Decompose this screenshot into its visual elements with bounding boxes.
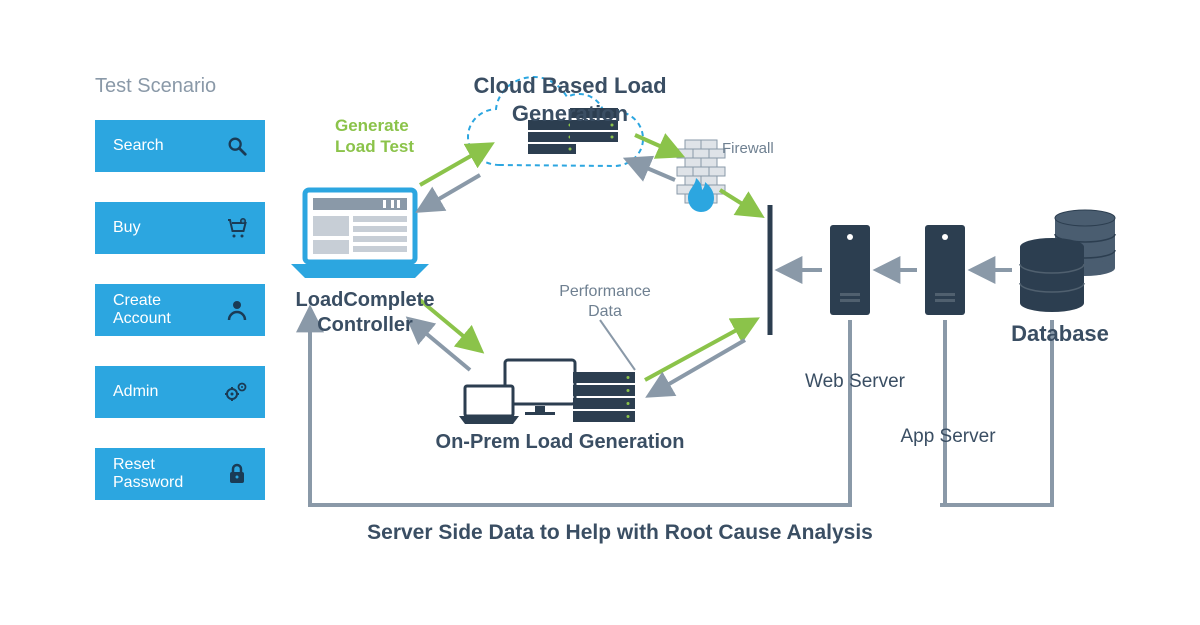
label-firewall: Firewall	[722, 140, 774, 159]
arrow-firewall-to-cloud	[628, 160, 675, 180]
web-server-icon	[830, 225, 870, 315]
label-controller: LoadCompleteController	[285, 288, 445, 338]
onprem-devices-icon	[459, 360, 635, 424]
app-server-icon	[925, 225, 965, 315]
label-app-server: App Server	[878, 425, 1018, 449]
perf-data-pointer	[600, 320, 635, 370]
database-icon	[1020, 210, 1115, 312]
label-generate-load: GenerateLoad Test	[335, 115, 445, 158]
firewall-icon	[677, 140, 725, 212]
label-perf-data: PerformanceData	[540, 282, 670, 322]
laptop-controller-icon	[291, 190, 429, 278]
label-footer: Server Side Data to Help with Root Cause…	[330, 520, 910, 546]
label-onprem: On-Prem Load Generation	[420, 430, 700, 455]
label-database: Database	[1000, 320, 1120, 348]
arrow-onprem-to-bar	[645, 320, 755, 380]
arrow-firewall-to-bar	[720, 190, 760, 215]
label-web-server: Web Server	[795, 370, 915, 394]
feedback-db	[940, 320, 1052, 505]
label-cloud-gen: Cloud Based Load Generation	[420, 72, 720, 127]
